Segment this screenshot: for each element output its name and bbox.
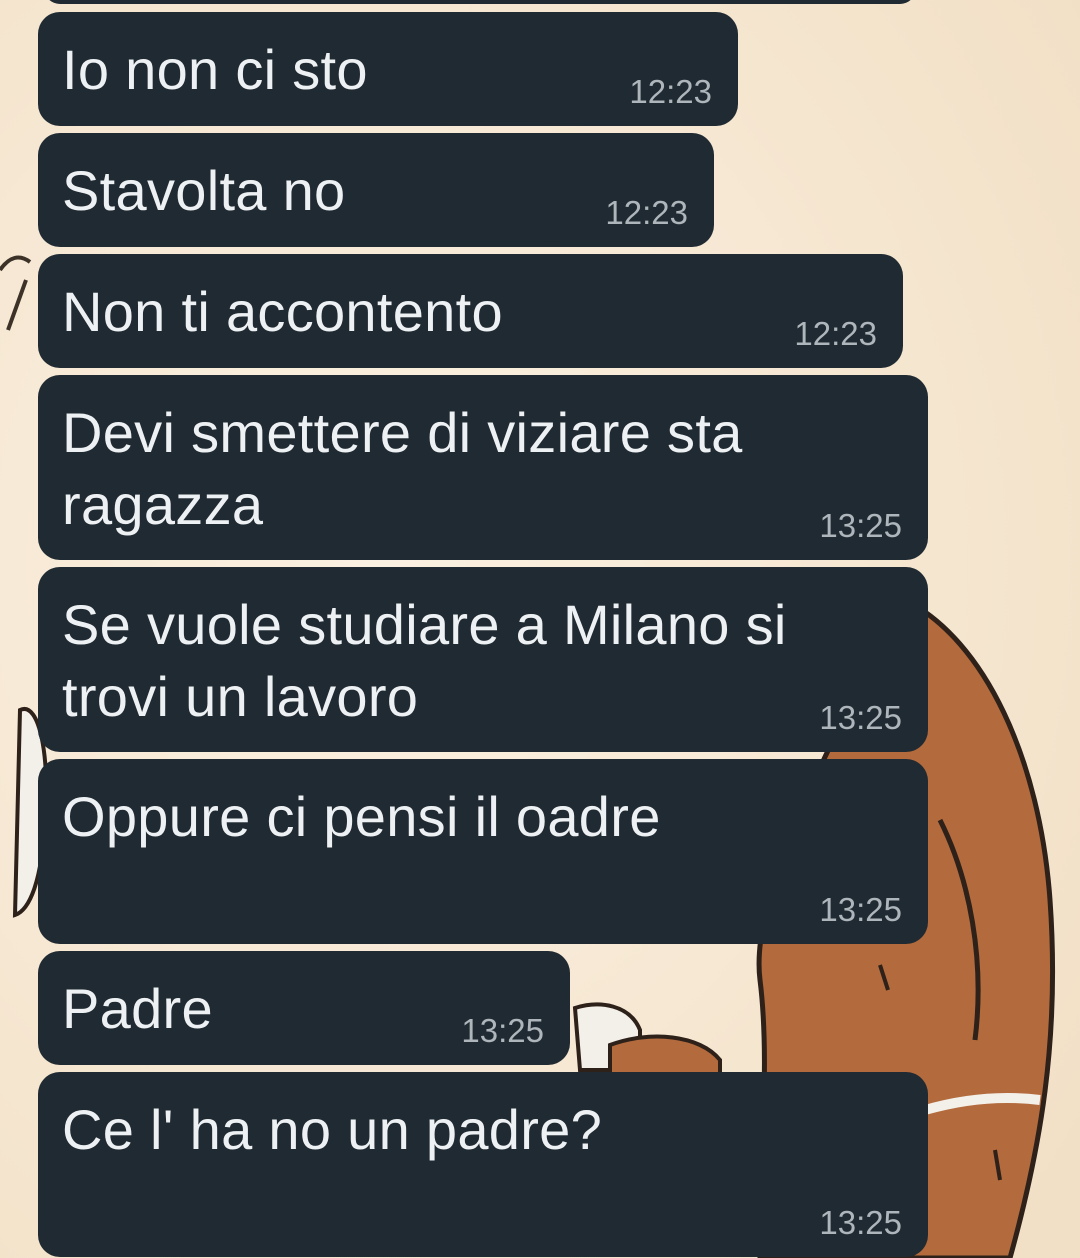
message-timestamp: 13:25 xyxy=(819,891,902,928)
message-timestamp: 12:23 xyxy=(629,73,712,110)
message-timestamp: 13:25 xyxy=(819,699,902,736)
message-text: Oppure ci pensi il oadre xyxy=(62,785,661,848)
message-bubble[interactable]: Io non ci sto 12:23 xyxy=(38,12,738,126)
message-timestamp: 12:23 xyxy=(794,315,877,352)
message-text: Devi smettere di viziare sta ragazza xyxy=(62,401,759,536)
message-bubble[interactable]: Padre 13:25 xyxy=(38,951,570,1065)
message-timestamp: 13:25 xyxy=(819,507,902,544)
message-timestamp: 13:25 xyxy=(461,1012,544,1049)
message-bubble[interactable]: Se vuole studiare a Milano si trovi un l… xyxy=(38,567,928,752)
message-bubble[interactable]: Oppure ci pensi il oadre 13:25 xyxy=(38,759,928,944)
message-timestamp: 13:25 xyxy=(819,1204,902,1241)
message-timestamp: 12:23 xyxy=(605,194,688,231)
message-bubble[interactable]: Stavolta no 12:23 xyxy=(38,133,714,247)
message-bubble[interactable]: Devi smettere di viziare sta ragazza 13:… xyxy=(38,375,928,560)
message-text: Ce l' ha no un padre? xyxy=(62,1098,603,1161)
message-text: Se vuole studiare a Milano si trovi un l… xyxy=(62,593,803,728)
message-text: Io non ci sto xyxy=(62,38,368,101)
message-bubble[interactable]: Ce l' ha no un padre? 13:25 xyxy=(38,1072,928,1257)
message-text: Non ti accontento xyxy=(62,280,503,343)
message-text: Stavolta no xyxy=(62,159,346,222)
chat-message-list[interactable]: Io non ci sto 12:23 Stavolta no 12:23 No… xyxy=(0,0,1080,1258)
previous-message-bubble-edge xyxy=(44,0,916,4)
message-bubble[interactable]: Non ti accontento 12:23 xyxy=(38,254,903,368)
